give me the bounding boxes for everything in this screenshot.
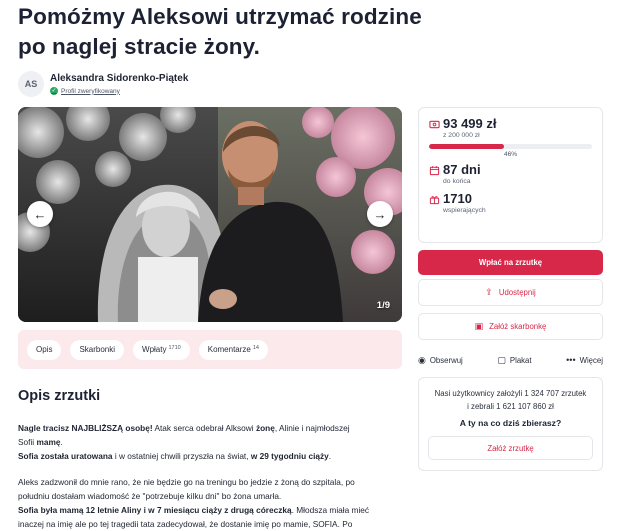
description-paragraph: Nagle tracisz NAJBLIŻSZĄ osobę! Atak ser… bbox=[18, 421, 390, 435]
piggybank-icon: ▣ bbox=[474, 321, 484, 331]
promo-line-1: Nasi użytkownicy założyli 1 324 707 zrzu… bbox=[434, 389, 587, 398]
tab-skarbonki[interactable]: Skarbonki bbox=[70, 339, 125, 360]
desc-text: i w ostatniej chwili przyszła na świat, bbox=[112, 451, 251, 461]
author-name[interactable]: Aleksandra Sidorenko-Piątek bbox=[50, 73, 188, 84]
piggybank-label: Załóż skarbonkę bbox=[489, 322, 547, 331]
desc-bold: Sofia została uratowana bbox=[18, 451, 113, 461]
raised-amount: 93 499 zł bbox=[443, 116, 497, 131]
gift-icon bbox=[429, 196, 440, 205]
desc-text: . bbox=[60, 437, 63, 447]
verified-label: Profil zweryfikowany bbox=[61, 87, 120, 95]
tab-count: 14 bbox=[252, 344, 259, 351]
more-label: Więcej bbox=[579, 355, 603, 365]
share-button[interactable]: ⇪ Udostępnij bbox=[418, 279, 603, 306]
description-paragraph: Sofii mamę. bbox=[18, 435, 390, 449]
title-line-2: po naglej stracie żony. bbox=[18, 34, 260, 59]
action-row: ◉ Obserwuj ▢ Plakat ••• Więcej bbox=[418, 351, 603, 369]
days-left: 87 dni bbox=[443, 162, 481, 177]
poster-label: Plakat bbox=[509, 355, 532, 365]
stat-raised: 93 499 zł z 200 000 zł bbox=[429, 116, 592, 139]
title-line-1: Pomóżmy Aleksowi utrzymać rodzine bbox=[18, 4, 422, 29]
tab-wplaty[interactable]: Wpłaty 1710 bbox=[133, 339, 190, 360]
eye-icon: ◉ bbox=[418, 354, 426, 365]
goal-amount: z 200 000 zł bbox=[443, 132, 480, 139]
description-heading: Opis zrzutki bbox=[18, 388, 101, 404]
tab-label: Komentarze bbox=[207, 345, 251, 354]
money-icon bbox=[429, 120, 440, 129]
description-text: Nagle tracisz NAJBLIŻSZĄ osobę! Atak ser… bbox=[18, 421, 390, 531]
donate-button[interactable]: Wpłać na zrzutkę bbox=[418, 250, 603, 275]
progress-bar bbox=[429, 144, 592, 149]
promo-card: Nasi użytkownicy założyli 1 324 707 zrzu… bbox=[418, 377, 603, 471]
description-paragraph: Sofia była mamą 12 letnie Aliny i w 7 mi… bbox=[18, 503, 390, 517]
desc-bold: Sofia była mamą 12 letnie Aliny i w 7 mi… bbox=[18, 505, 292, 515]
create-fundraiser-button[interactable]: Załóż zrzutkę bbox=[428, 436, 593, 460]
supporters-count: 1710 bbox=[443, 191, 472, 206]
watch-button[interactable]: ◉ Obserwuj bbox=[418, 355, 463, 366]
tab-label: Opis bbox=[36, 345, 53, 354]
poster-button[interactable]: ▢ Plakat bbox=[497, 355, 531, 366]
desc-text: . Młodsza miała mieć bbox=[291, 505, 370, 515]
desc-text: , Alinie i najmłodszej bbox=[274, 423, 350, 433]
chevron-right-icon: → bbox=[373, 206, 387, 222]
campaign-tabs: Opis Skarbonki Wpłaty 1710 Komentarze 14 bbox=[18, 330, 402, 369]
stats-card: 93 499 zł z 200 000 zł 46% 87 dni do koń… bbox=[418, 107, 603, 243]
description-paragraph: Aleks zadzwonił do mnie rano, że nie będ… bbox=[18, 477, 355, 487]
desc-bold: Nagle tracisz NAJBLIŻSZĄ osobę! bbox=[18, 423, 153, 433]
create-piggybank-button[interactable]: ▣ Załóż skarbonkę bbox=[418, 313, 603, 340]
desc-text: Atak serca odebrał Alksowi bbox=[152, 423, 256, 433]
stat-days: 87 dni do końca bbox=[429, 162, 592, 185]
gallery-photo[interactable]: ← → 1/9 bbox=[18, 107, 402, 322]
share-label: Udostępnij bbox=[498, 288, 536, 297]
description-paragraph: Sofia została uratowana i w ostatniej ch… bbox=[18, 449, 390, 463]
page-title: Pomóżmy Aleksowi utrzymać rodzine po nag… bbox=[18, 2, 438, 62]
tab-label: Skarbonki bbox=[79, 345, 116, 354]
supporters-sub: wspierających bbox=[443, 207, 486, 214]
tab-count: 1710 bbox=[168, 344, 181, 351]
campaign-photo bbox=[18, 107, 402, 322]
tab-komentarze[interactable]: Komentarze 14 bbox=[198, 339, 268, 360]
watch-label: Obserwuj bbox=[429, 355, 463, 365]
more-button[interactable]: ••• Więcej bbox=[566, 355, 603, 365]
share-icon: ⇪ bbox=[485, 287, 493, 297]
author-block[interactable]: AS Aleksandra Sidorenko-Piątek ✓ Profil … bbox=[18, 70, 188, 98]
desc-bold: mamę bbox=[36, 437, 61, 447]
calendar-icon bbox=[429, 166, 440, 176]
days-left-sub: do końca bbox=[443, 178, 471, 185]
desc-bold: żonę bbox=[255, 423, 275, 433]
chevron-left-icon: ← bbox=[33, 206, 47, 222]
more-dots-icon: ••• bbox=[566, 355, 576, 365]
gallery-next-button[interactable]: → bbox=[367, 201, 393, 227]
desc-text: Sofii bbox=[18, 437, 37, 447]
description-paragraph: południu dostałam wiadomość że "potrzebu… bbox=[18, 491, 282, 501]
promo-line-2: i zebrali 1 621 107 860 zł bbox=[467, 401, 554, 411]
desc-text: . bbox=[328, 451, 332, 461]
gallery-counter: 1/9 bbox=[376, 300, 390, 311]
avatar: AS bbox=[18, 71, 44, 97]
tab-label: Wpłaty bbox=[142, 345, 167, 354]
progress-label: 46% bbox=[503, 151, 517, 158]
description-paragraph: inaczej na imię ale po tej tragedii tata… bbox=[18, 519, 353, 529]
desc-bold: w 29 tygodniu ciąży bbox=[250, 451, 329, 461]
tab-opis[interactable]: Opis bbox=[27, 339, 62, 360]
gallery-prev-button[interactable]: ← bbox=[27, 201, 53, 227]
progress-fill bbox=[429, 144, 504, 149]
verified-profile-link[interactable]: ✓ Profil zweryfikowany bbox=[50, 87, 188, 95]
verified-check-icon: ✓ bbox=[50, 87, 58, 95]
stat-supporters: 1710 wspierających bbox=[429, 191, 592, 214]
poster-icon: ▢ bbox=[497, 354, 506, 365]
promo-question: A ty na co dziś zbierasz? bbox=[459, 418, 562, 428]
